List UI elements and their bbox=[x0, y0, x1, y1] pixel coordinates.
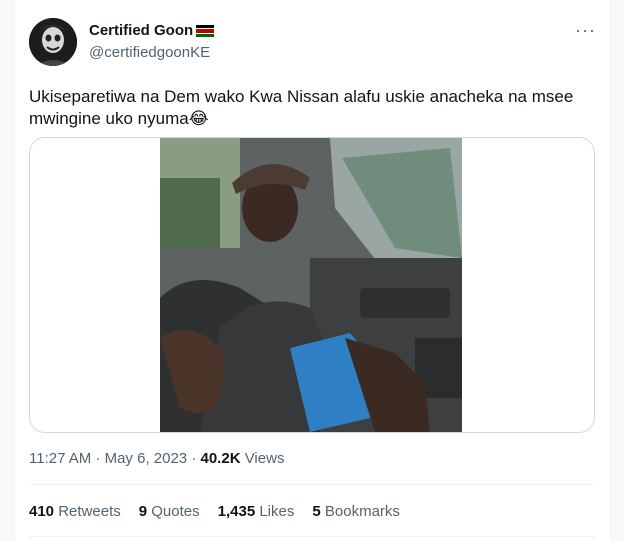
likes-label: Likes bbox=[259, 503, 295, 520]
views-label: Views bbox=[244, 450, 285, 467]
quotes-count: 9 bbox=[138, 503, 148, 520]
bookmarks-stat[interactable]: 5 Bookmarks bbox=[312, 503, 400, 520]
more-options-icon[interactable]: ··· bbox=[575, 20, 596, 41]
retweets-count: 410 bbox=[29, 503, 55, 520]
retweets-stat[interactable]: 410 Retweets bbox=[29, 503, 121, 520]
author-avatar[interactable] bbox=[29, 18, 77, 66]
bookmarks-count: 5 bbox=[312, 503, 321, 520]
avatar-image bbox=[29, 18, 77, 66]
author-name[interactable]: Certified Goon bbox=[89, 22, 193, 39]
divider bbox=[29, 536, 596, 537]
tweet-card: Certified Goon @certifiedgoonKE ··· Ukis… bbox=[14, 0, 611, 541]
divider bbox=[29, 484, 596, 485]
quotes-stat[interactable]: 9 Quotes bbox=[139, 503, 200, 520]
tweet-media[interactable] bbox=[29, 137, 595, 433]
tweet-text: Ukiseparetiwa na Dem wako Kwa Nissan ala… bbox=[29, 87, 574, 128]
quotes-label: Quotes bbox=[151, 503, 200, 520]
kenya-flag-icon bbox=[196, 24, 215, 37]
author-handle[interactable]: @certifiedgoonKE bbox=[89, 44, 210, 61]
likes-stat[interactable]: 1,435 Likes bbox=[218, 503, 295, 520]
views-count: 40.2K bbox=[200, 450, 241, 467]
media-photo[interactable] bbox=[160, 138, 462, 432]
tweet-meta: 11:27 AM · May 6, 2023 · 40.2K Views bbox=[29, 450, 284, 467]
likes-count: 1,435 bbox=[217, 503, 256, 520]
meta-separator: · bbox=[191, 450, 197, 467]
tweet-stats: 410 Retweets 9 Quotes 1,435 Likes 5 Book… bbox=[29, 503, 418, 520]
retweets-label: Retweets bbox=[58, 503, 121, 520]
timestamp[interactable]: 11:27 AM · May 6, 2023 bbox=[29, 450, 187, 467]
author-name-row[interactable]: Certified Goon bbox=[89, 22, 215, 39]
photo-image bbox=[160, 138, 462, 432]
bookmarks-label: Bookmarks bbox=[324, 503, 400, 520]
